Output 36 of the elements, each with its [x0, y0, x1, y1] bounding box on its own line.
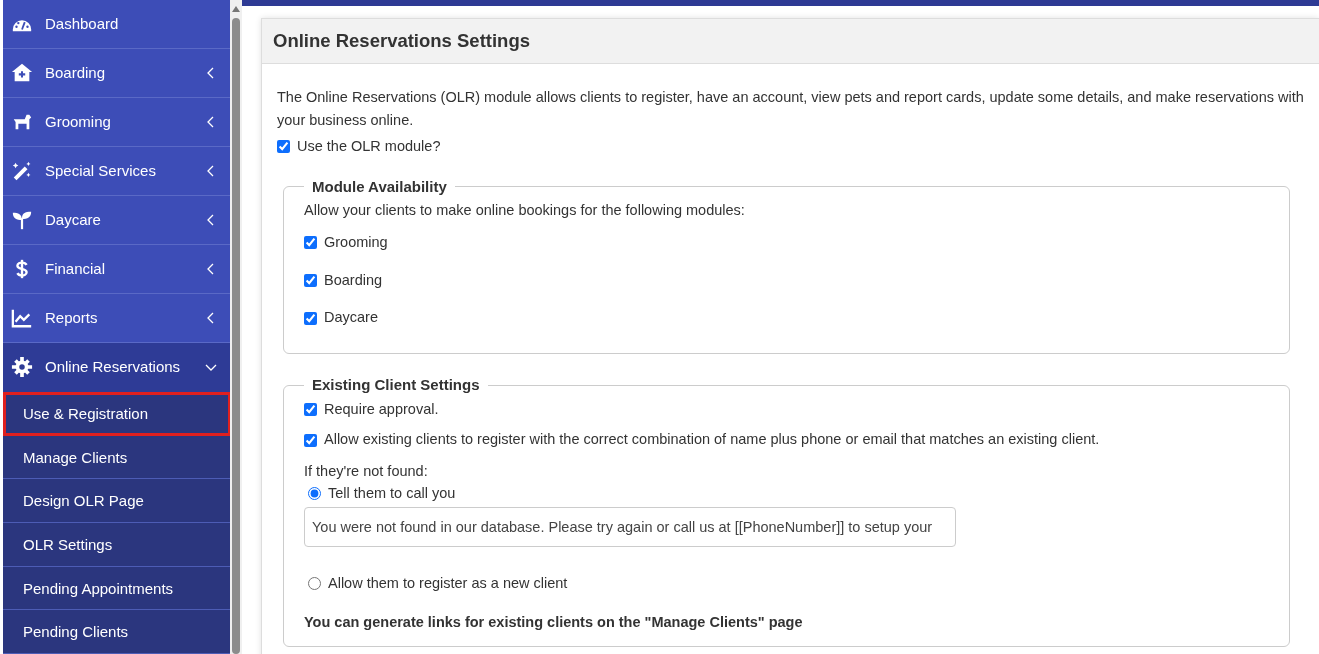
- intro-paragraph: The Online Reservations (OLR) module allows clients to register, have an account, view pets and report cards, update some details, and make reservations with your business online.: [277, 87, 1304, 130]
- submenu-item[interactable]: Pending Clients: [3, 610, 231, 654]
- submenu-item[interactable]: Pending Appointments: [3, 566, 231, 611]
- panel-title: Online Reservations Settings: [262, 19, 1319, 64]
- checkbox-label: Daycare: [324, 308, 378, 328]
- submenu-item[interactable]: Use & Registration: [3, 391, 231, 436]
- submenu-item[interactable]: Design OLR Page: [3, 479, 231, 523]
- checkbox[interactable]: [304, 273, 317, 287]
- message-field[interactable]: You were not found in our database. Please try again or call us at [[PhoneNumber]] to setup your: [304, 506, 956, 547]
- radio-label: Tell them to call you: [328, 483, 456, 503]
- sidebar-item[interactable]: Online Reservations: [3, 342, 231, 392]
- submenu-item[interactable]: Manage Clients: [3, 435, 231, 480]
- checkbox-label: Grooming: [324, 232, 388, 252]
- magic-wand-icon: [11, 159, 33, 182]
- checkbox-label: Use the OLR module?: [297, 136, 441, 156]
- field-label: If they're not found:: [304, 462, 429, 481]
- radio-label: Allow them to register as a new client: [328, 573, 568, 593]
- checkbox-label: Boarding: [324, 270, 383, 290]
- radio-button[interactable]: [308, 487, 321, 501]
- house-icon: [11, 61, 33, 84]
- submenu-item[interactable]: OLR Settings: [3, 522, 231, 567]
- note-text: You can generate links for existing clients on the "Manage Clients" page: [304, 613, 804, 633]
- fieldset-legend: Module Availability: [304, 175, 455, 198]
- fieldset-legend: Existing Client Settings: [304, 374, 488, 397]
- fieldset-prompt: Allow your clients to make online bookings for the following modules:: [304, 201, 746, 220]
- checkbox[interactable]: [304, 236, 317, 250]
- checkbox[interactable]: [304, 311, 317, 325]
- checkbox-label: Require approval.: [324, 399, 439, 419]
- scrollbar-thumb[interactable]: [232, 18, 240, 654]
- checkbox[interactable]: [277, 140, 290, 154]
- checkbox[interactable]: [304, 433, 317, 447]
- checkbox[interactable]: [304, 402, 317, 416]
- scroll-up-icon[interactable]: [232, 6, 240, 12]
- gear-icon: [11, 356, 33, 379]
- checkbox-label: Allow existing clients to register with the correct combination of name plus phone or email that matches an existing client.: [324, 430, 1100, 450]
- radio-button[interactable]: [308, 576, 321, 590]
